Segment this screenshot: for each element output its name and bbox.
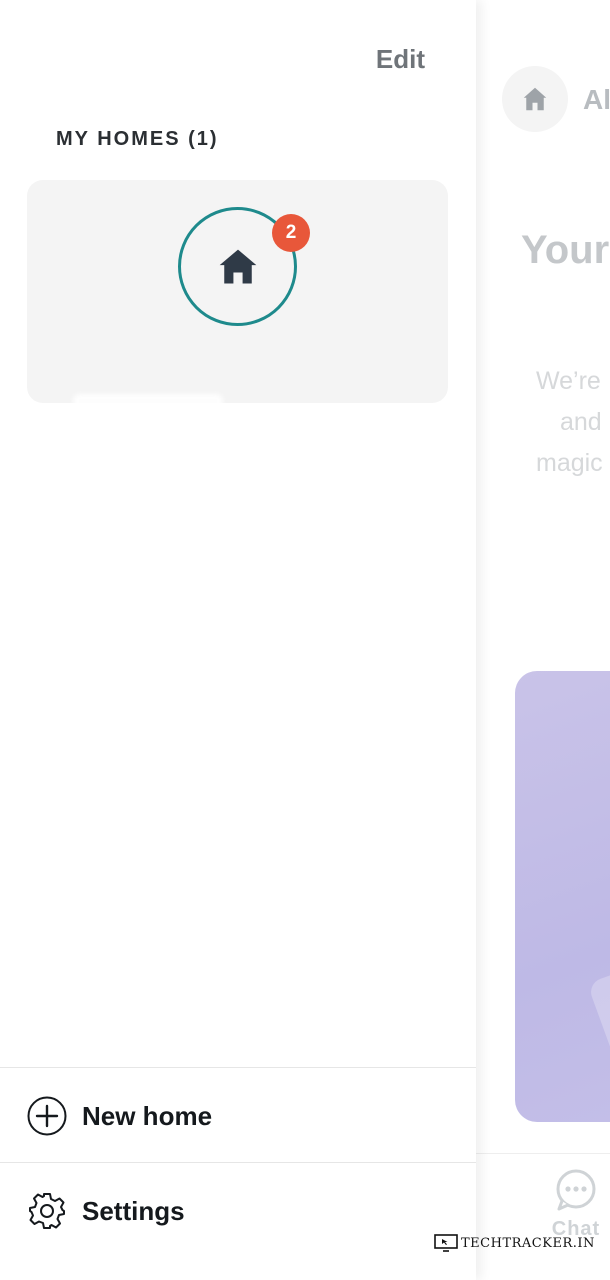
settings-label: Settings [82,1195,185,1226]
new-home-label: New home [82,1100,213,1131]
monitor-icon [434,1234,458,1252]
page-title: Your [521,228,610,272]
plus-circle-icon [27,1096,67,1136]
description-line: and [560,408,602,436]
chat-icon [556,1169,596,1211]
page-description: We’re and magic [536,361,610,484]
feature-card[interactable] [515,671,610,1122]
description-line: We’re [536,367,601,395]
divider [0,1162,476,1163]
gear-icon [29,1193,65,1229]
home-card[interactable]: 2 [27,180,448,408]
notification-badge: 2 [272,214,310,252]
my-homes-heading: MY HOMES (1) [56,128,219,150]
nav-chat[interactable]: Chat [550,1168,602,1241]
home-switcher-chip[interactable] [502,66,568,132]
watermark-text: TECHTRACKER.IN [461,1235,595,1251]
divider [0,1067,476,1068]
home-name-redacted [73,394,223,408]
card-illustration [587,963,610,1059]
home-icon [523,87,547,111]
settings-button[interactable]: Settings [0,1164,476,1258]
watermark: TECHTRACKER.IN [434,1234,595,1252]
new-home-button[interactable]: New home [0,1069,476,1163]
home-name-text: Al [583,84,610,115]
description-line: magic [536,449,603,477]
edit-button[interactable]: Edit [376,44,425,75]
home-icon [219,249,256,283]
navigation-drawer: Edit MY HOMES (1) 2 New home Settings [0,0,476,1280]
